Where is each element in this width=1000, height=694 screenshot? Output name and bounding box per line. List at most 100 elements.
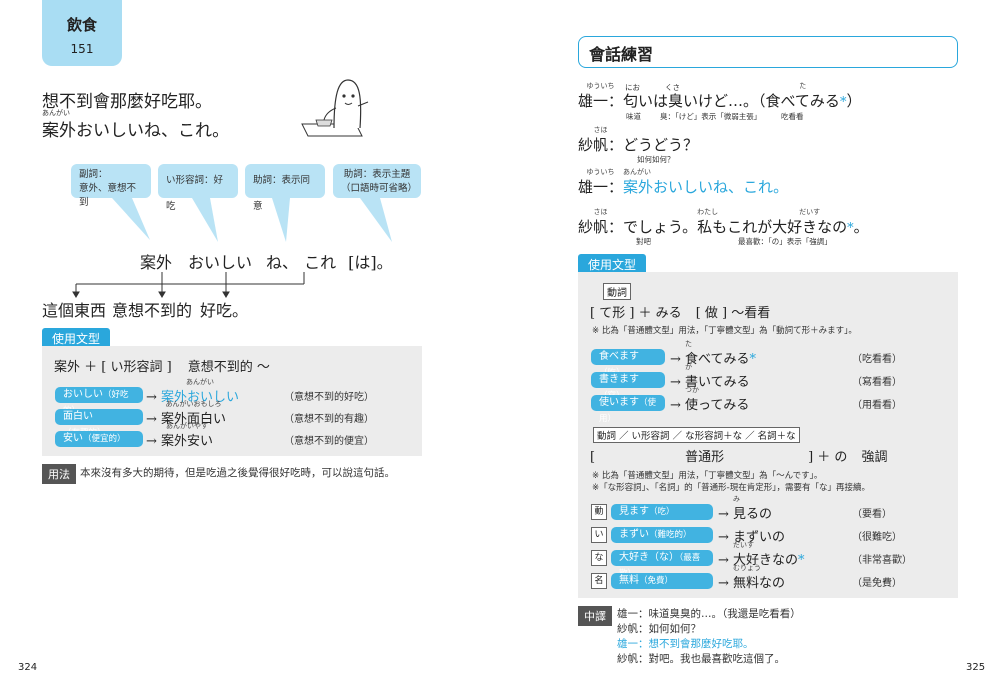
bubble-line: 助詞：表示主題 (343, 169, 411, 180)
speaker-ruby: ゆういち (586, 82, 615, 90)
usage-tag: 用法 (42, 464, 76, 484)
dialog-text: 食べてみる (765, 92, 840, 110)
result-text: 使ってみる (685, 398, 750, 413)
speaker-ruby: さほ (593, 126, 608, 134)
mark-i-adjective: い (591, 527, 607, 543)
dialog-text: 私もこれが (697, 218, 773, 236)
example-result: → むりょう 無料なの (718, 564, 786, 591)
pill-word: 面白い (63, 411, 93, 422)
grammar-pattern: 案外 ＋ [ い形容詞 ] 意想不到的 ～ (54, 356, 270, 375)
pill-note: （吃） (649, 507, 675, 517)
pill-word: 安い (63, 433, 83, 444)
pattern-zh: 意想不到的 ～ (187, 360, 270, 375)
example-pill: まずい（難吃的） (611, 527, 713, 543)
translation-tag: 中譯 (578, 606, 612, 626)
character-illustration (301, 79, 369, 137)
trans-part: 這個東西 (42, 301, 107, 320)
trans-part: 意想不到的 (112, 301, 193, 320)
page-number-left: 324 (18, 662, 38, 673)
bubble-particle-wa: 助詞：表示主題 （口語時可省略） (333, 164, 421, 198)
box2-pattern: [普通形] ＋ の強調 (590, 446, 887, 465)
mark-verb: 動 (591, 504, 607, 520)
bubble-particle-ne: 助詞：表示同意 (245, 164, 325, 212)
box1-pattern: [ て形 ] ＋ みる [ 做 ] ～看看 (590, 302, 770, 321)
result-text: 案外安い (161, 434, 214, 449)
pattern-bracket: [ (590, 450, 596, 465)
result-ruby: た (685, 340, 693, 348)
pattern-jp: 案外 ＋ [ い形容詞 ] (54, 360, 172, 375)
example-meaning: （用看看） (852, 400, 902, 411)
gloss: 吃看看 (781, 112, 804, 121)
example-meaning: （寫看看） (852, 377, 902, 388)
chapter-category: 飲食 (66, 16, 97, 34)
translation-line: 紗帆：如何如何？ (617, 623, 701, 635)
page-number-right: 325 (966, 662, 986, 673)
usage-text: 本來沒有多大的期待，但是吃過之後覺得很好吃時，可以說這句話。 (80, 467, 395, 479)
speaker: 紗帆： (578, 136, 624, 154)
gloss: 最喜歡：「の」表示「強調」 (738, 237, 832, 246)
dialog-text: 大好きなの (772, 218, 848, 236)
example-meaning: （是免費） (852, 578, 902, 589)
trans-part: 。 (232, 301, 249, 320)
pill-word: 書きます (599, 374, 639, 385)
speaker-ruby: ゆういち (586, 168, 615, 176)
pill-word: 食べます (599, 351, 639, 362)
bubble-line: （口語時可省略） (341, 183, 418, 194)
pattern-zh: [ 做 ] ～看看 (695, 306, 771, 321)
example-meaning: （意想不到的有趣） (284, 414, 374, 425)
analysis-translation: 這個東西 意想不到的 好吃。 (42, 297, 248, 321)
dialog-text: どうどう？ (623, 136, 699, 154)
translation-line: 雄一：想不到會那麼好吃耶。 (617, 638, 754, 650)
example-meaning: （非常喜歡） (852, 555, 912, 566)
word-ruby: だいす (799, 208, 821, 216)
conversation-title-box: 會話練習 (578, 36, 958, 68)
result-ruby: あんがい (186, 378, 215, 386)
example-pill: 見ます（吃） (611, 504, 713, 520)
dialog-line-3: ゆういち 雄一： あんがい 案外おいしいね、これ。 (578, 168, 788, 197)
pattern-zh: 強調 (861, 450, 888, 465)
bubble-line: 副詞： (79, 169, 108, 180)
title-japanese: あんがい 案外おいしいね、これ。 (42, 109, 229, 141)
example-pill: おいしい（好吃的） (55, 387, 143, 416)
pill-note: （便宜的） (83, 434, 126, 444)
result-ruby: つか (685, 386, 700, 394)
analysis-arrows (72, 272, 305, 298)
dialog-text: ） (846, 92, 862, 110)
speaker: 雄一： (578, 178, 624, 196)
speaker: 紗帆： (578, 218, 624, 236)
gloss: 對吧 (636, 237, 651, 246)
pill-note: （難吃的） (649, 530, 692, 540)
pattern-jp: ] ＋ の (808, 450, 848, 465)
box1-label: 動詞 (603, 283, 631, 300)
gloss: 味道 (626, 112, 641, 121)
gloss: 臭：「けど」表示「微弱主張」 (660, 112, 762, 121)
dialog-line-4: さほ 紗帆：でしょう。 わたし 私もこれが だいす 大好きなの*。 (578, 208, 869, 237)
word-ruby: にお (625, 83, 640, 92)
word-ruby: た (799, 82, 807, 90)
example-result: → あんがいやす 案外安い (146, 422, 214, 449)
example-pill: 面白い（有趣的） (55, 409, 143, 438)
dialog-text: 匂いは臭いけど…。（ (623, 92, 766, 110)
mark-na-adjective: な (591, 550, 607, 566)
chapter-tab: 飲食 151 (42, 0, 122, 66)
dialog-text: 。 (853, 218, 869, 236)
example-meaning: （吃看看） (852, 354, 902, 365)
speaker-ruby: さほ (593, 208, 608, 216)
example-meaning: （要看） (852, 509, 892, 520)
box2-note-2: ※「な形容詞」、「名詞」的「普通形-現在肯定形」，需要有「な」再接續。 (592, 483, 870, 493)
result-ruby: あんがいおもしろ (165, 400, 222, 408)
dialog-text: でしょう。 (623, 218, 698, 236)
dialog-line-2: さほ紗帆：どうどう？ (578, 126, 699, 155)
title-ruby: あんがい (42, 109, 70, 117)
pill-word: 無料 (619, 575, 639, 586)
box2-note-1: ※ 比為「普通體文型」用法，「丁寧體文型」為「～んです」。 (592, 471, 823, 481)
pill-word: 見ます (619, 506, 649, 517)
example-pill: 大好き（な）（最喜歡） (611, 550, 713, 579)
pill-word: 使います (599, 397, 639, 408)
example-meaning: （意想不到的好吃） (284, 392, 374, 403)
gloss: 如何如何？ (637, 155, 675, 164)
example-result: → み見るの (718, 495, 773, 522)
example-pill: 安い（便宜的） (55, 431, 143, 447)
pill-word: おいしい (63, 389, 103, 400)
trans-part: 好吃 (200, 301, 233, 320)
